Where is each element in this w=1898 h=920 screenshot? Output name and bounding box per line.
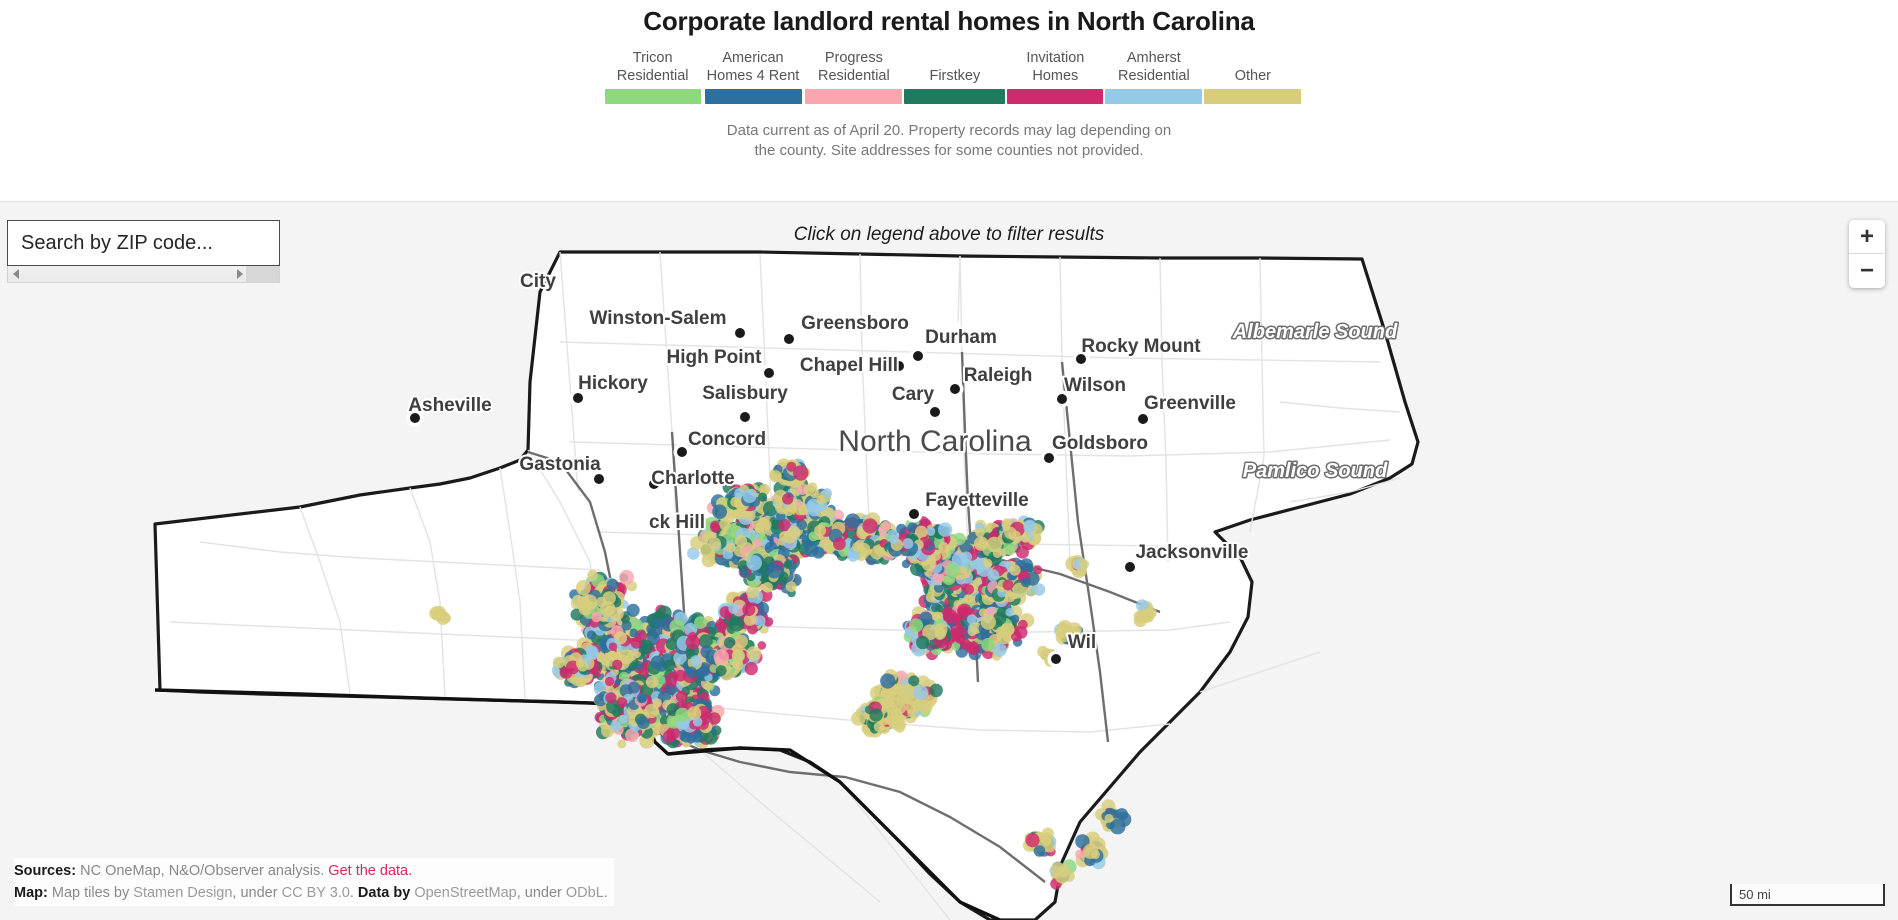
legend-item-amherst-residential[interactable]: Amherst Residential xyxy=(1105,49,1203,104)
legend-item-label: Progress Residential xyxy=(817,50,890,84)
legend-item-swatch[interactable] xyxy=(1007,89,1104,104)
legend-item-other[interactable]: Other xyxy=(1204,67,1302,104)
legend[interactable]: Tricon Residential American Homes 4 Rent P… xyxy=(0,49,1898,104)
map-container[interactable]: City City Winston-Salem Winston-Salem Greens… xyxy=(0,202,1898,920)
visualization-page: Corporate landlord rental homes in North… xyxy=(0,0,1898,920)
page-title: Corporate landlord rental homes in North… xyxy=(643,6,1255,36)
legend-item-swatch[interactable] xyxy=(1105,89,1203,104)
chart-subtitle: Data current as of April 20. Property re… xyxy=(726,122,1172,159)
legend-item-swatch[interactable] xyxy=(604,89,701,104)
map-canvas[interactable]: City City Winston-Salem Winston-Salem Greens… xyxy=(0,202,1898,920)
legend-item-american-homes-4-rent[interactable]: American Homes 4 Rent xyxy=(703,49,804,104)
legend-item-label: Tricon Residential xyxy=(616,50,689,84)
legend-item-label: Invitation Homes xyxy=(1026,50,1085,84)
legend-item-label: American Homes 4 Rent xyxy=(706,50,800,84)
legend-item-progress-residential[interactable]: Progress Residential xyxy=(805,49,903,104)
legend-item-swatch[interactable] xyxy=(904,89,1006,104)
legend-item-label: Other xyxy=(1234,68,1271,84)
legend-item-label: Amherst Residential xyxy=(1117,50,1190,84)
chart-header: Corporate landlord rental homes in North… xyxy=(0,0,1898,202)
legend-item-tricon-residential[interactable]: Tricon Residential xyxy=(604,49,701,104)
legend-item-swatch[interactable] xyxy=(1204,89,1302,104)
legend-item-swatch[interactable] xyxy=(805,89,903,104)
legend-item-label: Firstkey xyxy=(929,68,981,84)
legend-item-swatch[interactable] xyxy=(704,89,802,104)
legend-item-invitation-homes[interactable]: Invitation Homes xyxy=(1007,49,1104,104)
legend-item-firstkey[interactable]: Firstkey xyxy=(904,67,1006,104)
